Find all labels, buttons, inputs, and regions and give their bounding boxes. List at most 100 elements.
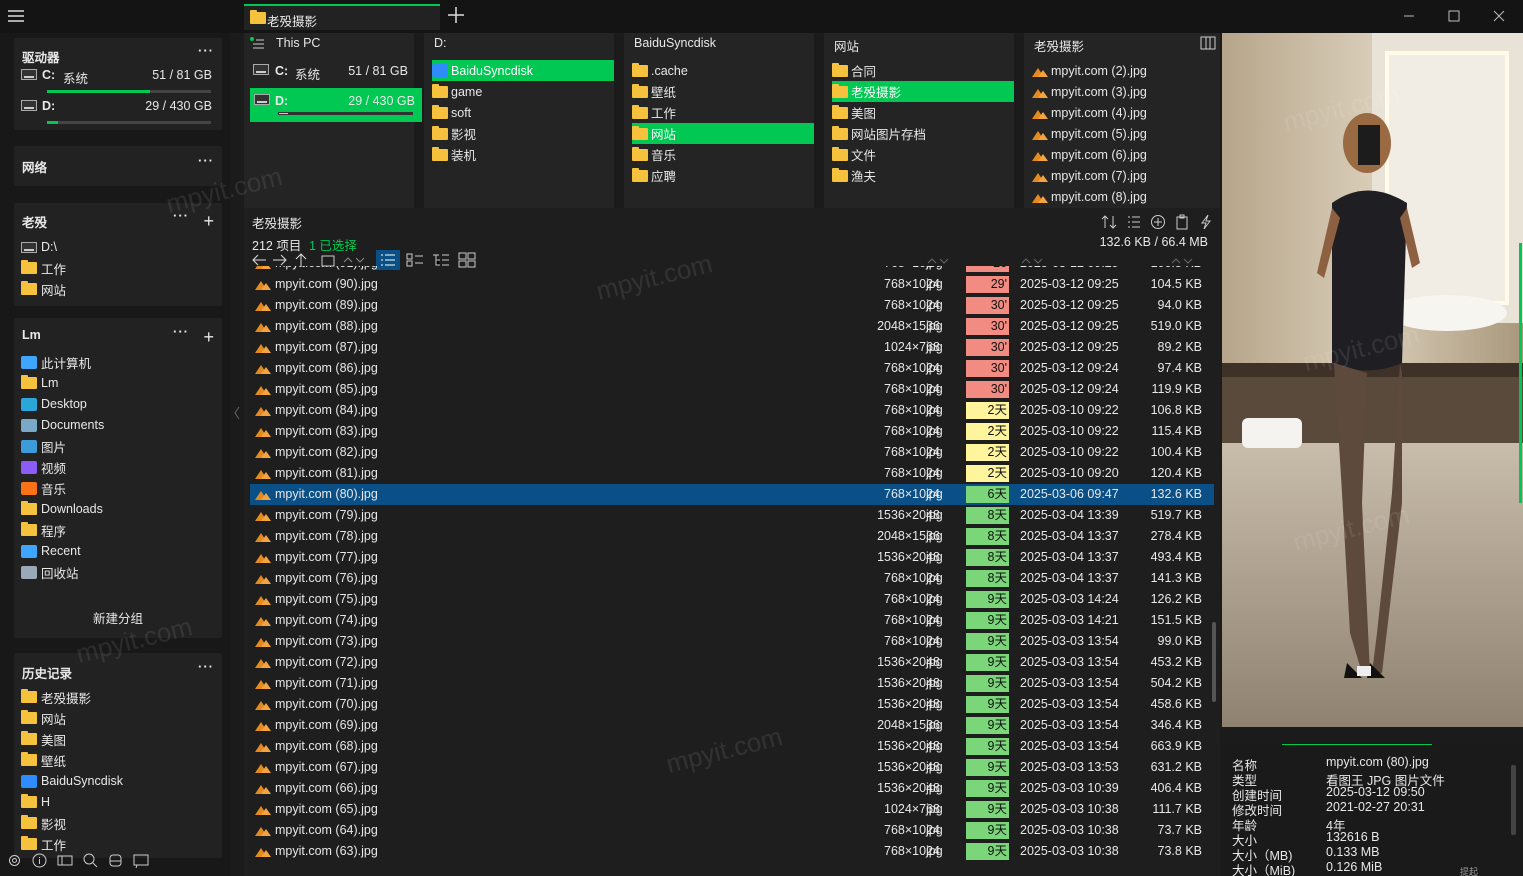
column-item[interactable]: mpyit.com (2).jpg: [1032, 60, 1220, 81]
table-row[interactable]: mpyit.com (64).jpg 768×1024 jpg 9天 2025-03-0…: [250, 820, 1214, 841]
table-row[interactable]: mpyit.com (77).jpg 1536×2048 jpg 8天 2025-03-…: [250, 547, 1214, 568]
column-item[interactable]: mpyit.com (3).jpg: [1032, 81, 1220, 102]
sort-arrows-icon[interactable]: [926, 256, 950, 266]
back-icon[interactable]: [251, 253, 267, 267]
sidebar-item[interactable]: H: [21, 792, 50, 812]
table-row[interactable]: mpyit.com (75).jpg 768×1024 jpg 9天 2025-03-0…: [250, 589, 1214, 610]
column-item[interactable]: 影视: [432, 123, 614, 144]
collapse-expand-icon[interactable]: [342, 254, 366, 266]
sort-arrows-icon[interactable]: [1020, 256, 1044, 266]
table-row[interactable]: mpyit.com (78).jpg 2048×1536 jpg 8天 2025-03-…: [250, 526, 1214, 547]
table-row[interactable]: mpyit.com (65).jpg 1024×768 jpg 9天 2025-03-0…: [250, 799, 1214, 820]
column-item[interactable]: 合同: [832, 60, 1014, 81]
group-more-button[interactable]: ···: [173, 208, 189, 223]
table-row[interactable]: mpyit.com (87).jpg 1024×768 jpg 30' 2025-03-…: [250, 337, 1214, 358]
table-row[interactable]: mpyit.com (85).jpg 768×1024 jpg 30' 2025-03-…: [250, 379, 1214, 400]
table-row[interactable]: mpyit.com (84).jpg 768×1024 jpg 2天 2025-03-1…: [250, 400, 1214, 421]
network-more-button[interactable]: ···: [198, 153, 214, 168]
table-row[interactable]: mpyit.com (81).jpg 768×1024 jpg 2天 2025-03-1…: [250, 463, 1214, 484]
info-scrollbar[interactable]: [1511, 765, 1516, 835]
column-item[interactable]: mpyit.com (6).jpg: [1032, 144, 1220, 165]
table-row[interactable]: mpyit.com (80).jpg 768×1024 jpg 6天 2025-03-0…: [250, 484, 1214, 505]
sidebar-item[interactable]: Recent: [21, 541, 81, 561]
sidebar-item[interactable]: 音乐: [21, 478, 66, 498]
table-row[interactable]: mpyit.com (71).jpg 1536×2048 jpg 9天 2025-03-…: [250, 673, 1214, 694]
tab-current[interactable]: 老殁摄影: [244, 4, 440, 30]
column-drive-d[interactable]: D: 29 / 430 GB: [250, 88, 422, 122]
sidebar-item[interactable]: 工作: [21, 258, 66, 278]
new-group-button[interactable]: 新建分组: [14, 601, 222, 638]
column-item[interactable]: 音乐: [632, 144, 814, 165]
column-item[interactable]: mpyit.com (4).jpg: [1032, 102, 1220, 123]
hamburger-icon[interactable]: [6, 6, 26, 26]
add-circle-icon[interactable]: [1150, 214, 1166, 230]
column-item[interactable]: 应聘: [632, 165, 814, 186]
sidebar-item[interactable]: 视频: [21, 457, 66, 477]
cloud-icon[interactable]: [107, 852, 124, 869]
flash-icon[interactable]: [1199, 214, 1213, 230]
details-icon[interactable]: [1126, 214, 1142, 230]
table-row[interactable]: mpyit.com (90).jpg 768×1024 jpg 29' 2025-03-…: [250, 274, 1214, 295]
search-icon[interactable]: [82, 852, 99, 869]
drives-more-button[interactable]: ···: [198, 43, 214, 58]
table-row[interactable]: mpyit.com (63).jpg 768×1024 jpg 9天 2025-03-0…: [250, 841, 1214, 862]
sidebar-item[interactable]: 壁纸: [21, 750, 66, 770]
sidebar-item[interactable]: D:\: [21, 237, 57, 257]
column-item[interactable]: 美图: [832, 102, 1014, 123]
table-row[interactable]: mpyit.com (68).jpg 1536×2048 jpg 9天 2025-03-…: [250, 736, 1214, 757]
group-more-button[interactable]: ···: [173, 324, 189, 339]
sidebar-drive-c[interactable]: C: 系统 51 / 81 GB: [21, 67, 214, 86]
sidebar-item[interactable]: BaiduSyncdisk: [21, 771, 123, 791]
info-icon[interactable]: [31, 852, 48, 869]
sidebar-item[interactable]: 工作: [21, 834, 66, 854]
thumbnail-list-icon[interactable]: [406, 253, 424, 267]
column-item[interactable]: 工作: [632, 102, 814, 123]
column-item[interactable]: game: [432, 81, 614, 102]
table-row[interactable]: mpyit.com (79).jpg 1536×2048 jpg 8天 2025-03-…: [250, 505, 1214, 526]
column-item[interactable]: 壁纸: [632, 81, 814, 102]
chat-icon[interactable]: [132, 852, 150, 869]
clipboard-icon[interactable]: [1174, 214, 1190, 230]
column-item[interactable]: 文件: [832, 144, 1014, 165]
table-row[interactable]: mpyit.com (86).jpg 768×1024 jpg 30' 2025-03-…: [250, 358, 1214, 379]
forward-icon[interactable]: [272, 253, 288, 267]
table-row[interactable]: mpyit.com (76).jpg 768×1024 jpg 8天 2025-03-0…: [250, 568, 1214, 589]
preview-scroll-indicator[interactable]: [1519, 243, 1522, 503]
history-more-button[interactable]: ···: [198, 659, 214, 674]
sidebar-item[interactable]: Lm: [21, 373, 58, 393]
sidebar-item[interactable]: Desktop: [21, 394, 87, 414]
column-item[interactable]: mpyit.com (8).jpg: [1032, 186, 1220, 207]
list-scrollbar-thumb[interactable]: [1212, 622, 1216, 702]
sidebar-item[interactable]: Downloads: [21, 499, 103, 519]
tag-icon[interactable]: [56, 852, 74, 869]
folder-open-icon[interactable]: [321, 253, 335, 267]
table-row[interactable]: mpyit.com (69).jpg 2048×1536 jpg 9天 2025-03-…: [250, 715, 1214, 736]
maximize-icon[interactable]: [1446, 8, 1462, 24]
columns-view-icon[interactable]: [1200, 36, 1216, 50]
table-row[interactable]: mpyit.com (66).jpg 1536×2048 jpg 9天 2025-03-…: [250, 778, 1214, 799]
new-tab-icon[interactable]: [447, 6, 465, 24]
column-item[interactable]: mpyit.com (7).jpg: [1032, 165, 1220, 186]
list-menu-icon[interactable]: [250, 37, 264, 49]
sidebar-item[interactable]: Documents: [21, 415, 104, 435]
column-item[interactable]: 网站: [632, 123, 814, 144]
sidebar-drive-d[interactable]: D: 29 / 430 GB: [21, 98, 214, 116]
group-add-button[interactable]: +: [203, 328, 214, 346]
column-drive-c[interactable]: C: 系统 51 / 81 GB: [250, 61, 408, 83]
list-scrollbar[interactable]: [1210, 266, 1218, 872]
tree-view-icon[interactable]: [432, 253, 450, 267]
table-row[interactable]: mpyit.com (91).jpg768×1024jpg262025-03-1…: [250, 266, 1214, 274]
sidebar-item[interactable]: 网站: [21, 279, 66, 299]
table-row[interactable]: mpyit.com (83).jpg 768×1024 jpg 2天 2025-03-1…: [250, 421, 1214, 442]
table-row[interactable]: mpyit.com (82).jpg 768×1024 jpg 2天 2025-03-1…: [250, 442, 1214, 463]
group-add-button[interactable]: +: [203, 212, 214, 230]
column-item[interactable]: 网站图片存档: [832, 123, 1014, 144]
sidebar-item[interactable]: 影视: [21, 813, 66, 833]
sidebar-item[interactable]: 网站: [21, 708, 66, 728]
table-row[interactable]: mpyit.com (72).jpg 1536×2048 jpg 9天 2025-03-…: [250, 652, 1214, 673]
table-row[interactable]: mpyit.com (74).jpg 768×1024 jpg 9天 2025-03-0…: [250, 610, 1214, 631]
table-row[interactable]: mpyit.com (70).jpg 1536×2048 jpg 9天 2025-03-…: [250, 694, 1214, 715]
column-item[interactable]: 老殁摄影: [832, 81, 1014, 102]
image-preview[interactable]: mpyit.com mpyit.com mpyit.com: [1222, 33, 1523, 727]
sort-arrows-icon[interactable]: [1170, 256, 1194, 266]
